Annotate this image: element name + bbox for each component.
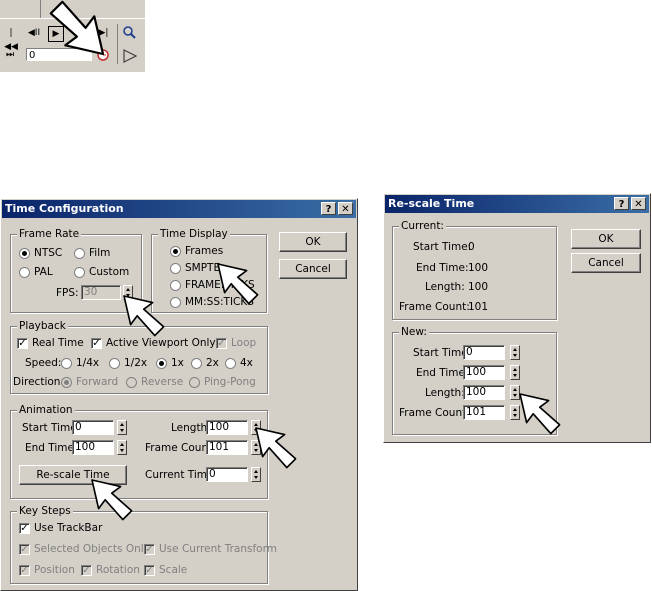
arrow-icon [91, 479, 133, 521]
arrow-icon [217, 263, 259, 305]
annotation-arrows [49, 0, 561, 521]
arrow-icon [255, 427, 297, 469]
arrow-icon [519, 393, 561, 435]
arrow-icon [49, 0, 105, 56]
arrow-icon [123, 295, 165, 337]
